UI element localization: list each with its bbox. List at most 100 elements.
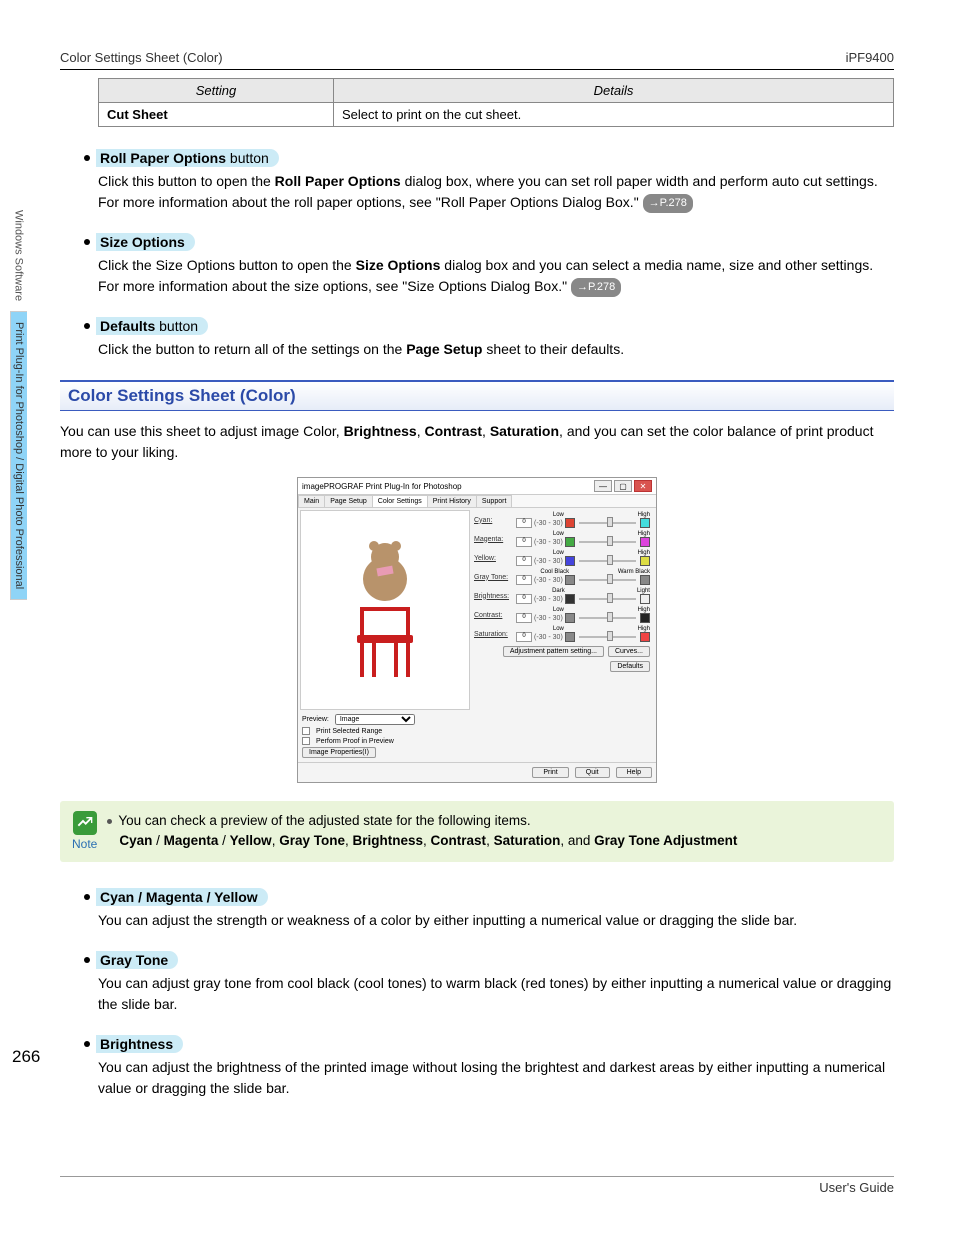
minimize-icon[interactable]: — (594, 480, 612, 492)
tab-page-setup[interactable]: Page Setup (324, 495, 373, 507)
section-brightness: Brightness You can adjust the brightness… (60, 1035, 894, 1099)
slider-track[interactable] (579, 560, 636, 562)
cell-details: Select to print on the cut sheet. (334, 103, 894, 127)
curves-button[interactable]: Curves... (608, 646, 650, 657)
slider-track[interactable] (579, 522, 636, 524)
close-icon[interactable]: ✕ (634, 480, 652, 492)
slider-value-input[interactable]: 0 (516, 594, 532, 604)
page-number: 266 (12, 1047, 40, 1067)
checkbox-print-selected[interactable] (302, 727, 310, 735)
slider-thumb[interactable] (607, 593, 613, 603)
swatch-left-icon (565, 556, 575, 566)
bullet-icon (84, 323, 90, 329)
slider-thumb[interactable] (607, 517, 613, 527)
slider-thumb[interactable] (607, 612, 613, 622)
tab-main[interactable]: Main (298, 495, 325, 507)
footer: User's Guide (60, 1176, 894, 1195)
section-cmy: Cyan / Magenta / Yellow You can adjust t… (60, 888, 894, 931)
slider-thumb[interactable] (607, 555, 613, 565)
checkbox-proof-preview[interactable] (302, 737, 310, 745)
image-properties-button[interactable]: Image Properties(I) (302, 747, 376, 758)
tab-print-history[interactable]: Print History (427, 495, 477, 507)
section-defaults: Defaults button Click the button to retu… (60, 317, 894, 360)
below-preview: Preview: Image Print Selected Range Perf… (298, 712, 656, 762)
slider-label: Brightness: (474, 593, 514, 600)
slider-label: Magenta: (474, 536, 514, 543)
bullet-title: Gray Tone (96, 951, 178, 969)
swatch-left-icon (565, 518, 575, 528)
note-text: You can check a preview of the adjusted … (107, 811, 737, 852)
slider-value-input[interactable]: 0 (516, 537, 532, 547)
th-details: Details (334, 79, 894, 103)
slider-track[interactable] (579, 579, 636, 581)
slider-track[interactable] (579, 598, 636, 600)
slider-row: Cyan:LowHigh0(-30 - 30) (474, 512, 650, 528)
cb-label: Perform Proof in Preview (316, 738, 394, 745)
page-ref[interactable]: →P.278 (643, 194, 693, 213)
slider-label: Contrast: (474, 612, 514, 619)
slider-value-input[interactable]: 0 (516, 518, 532, 528)
note-box: Note You can check a preview of the adju… (60, 801, 894, 862)
swatch-left-icon (565, 537, 575, 547)
adjustment-pattern-button[interactable]: Adjustment pattern setting... (503, 646, 604, 657)
note-label: Note (72, 837, 97, 851)
bullet-icon (84, 894, 90, 900)
slider-label: Saturation: (474, 631, 514, 638)
slider-row: Gray Tone:Cool BlackWarm Black0(-30 - 30… (474, 569, 650, 585)
help-button[interactable]: Help (616, 767, 652, 778)
slider-value-input[interactable]: 0 (516, 575, 532, 585)
header-right: iPF9400 (846, 50, 894, 65)
section-heading-bar: Color Settings Sheet (Color) (60, 380, 894, 411)
slider-row: Magenta:LowHigh0(-30 - 30) (474, 531, 650, 547)
bullet-icon (84, 155, 90, 161)
slider-thumb[interactable] (607, 536, 613, 546)
quit-button[interactable]: Quit (575, 767, 610, 778)
th-setting: Setting (99, 79, 334, 103)
swatch-right-icon (640, 575, 650, 585)
slider-track[interactable] (579, 636, 636, 638)
defaults-button[interactable]: Defaults (610, 661, 650, 672)
slider-row: Contrast:LowHigh0(-30 - 30) (474, 607, 650, 623)
swatch-right-icon (640, 518, 650, 528)
slider-thumb[interactable] (607, 574, 613, 584)
swatch-right-icon (640, 594, 650, 604)
swatch-left-icon (565, 632, 575, 642)
preview-label: Preview: (302, 716, 329, 723)
preview-select[interactable]: Image (335, 714, 415, 725)
bullet-body: You can adjust the strength or weakness … (98, 910, 894, 931)
page-ref[interactable]: →P.278 (571, 278, 621, 297)
slider-thumb[interactable] (607, 631, 613, 641)
slider-range: (-30 - 30) (534, 634, 563, 641)
preview-pane (300, 510, 470, 710)
cb-label: Print Selected Range (316, 728, 382, 735)
tab-support[interactable]: Support (476, 495, 513, 507)
swatch-left-icon (565, 594, 575, 604)
sliders-pane: Cyan:LowHigh0(-30 - 30) Magenta:LowHigh0(… (470, 510, 654, 710)
swatch-right-icon (640, 613, 650, 623)
section-title: Color Settings Sheet (Color) (68, 386, 886, 406)
slider-value-input[interactable]: 0 (516, 613, 532, 623)
slider-track[interactable] (579, 617, 636, 619)
bullet-title: Roll Paper Options button (96, 149, 279, 167)
bullet-title: Cyan / Magenta / Yellow (96, 888, 268, 906)
slider-track[interactable] (579, 541, 636, 543)
swatch-left-icon (565, 575, 575, 585)
slider-row: Brightness:DarkLight0(-30 - 30) (474, 588, 650, 604)
slider-range: (-30 - 30) (534, 520, 563, 527)
slider-label: Cyan: (474, 517, 514, 524)
maximize-icon[interactable]: ▢ (614, 480, 632, 492)
slider-range: (-30 - 30) (534, 596, 563, 603)
bullet-body: Click the button to return all of the se… (98, 339, 894, 360)
color-settings-dialog: imagePROGRAF Print Plug-In for Photoshop… (297, 477, 657, 783)
swatch-right-icon (640, 537, 650, 547)
bullet-body: You can adjust gray tone from cool black… (98, 973, 894, 1015)
slider-value-input[interactable]: 0 (516, 632, 532, 642)
note-icon (73, 811, 97, 835)
swatch-left-icon (565, 613, 575, 623)
slider-value-input[interactable]: 0 (516, 556, 532, 566)
preview-bear-image (355, 543, 415, 613)
dialog-footer: Print Quit Help (298, 762, 656, 782)
slider-range: (-30 - 30) (534, 615, 563, 622)
tab-color-settings[interactable]: Color Settings (372, 495, 428, 507)
print-button[interactable]: Print (532, 767, 568, 778)
